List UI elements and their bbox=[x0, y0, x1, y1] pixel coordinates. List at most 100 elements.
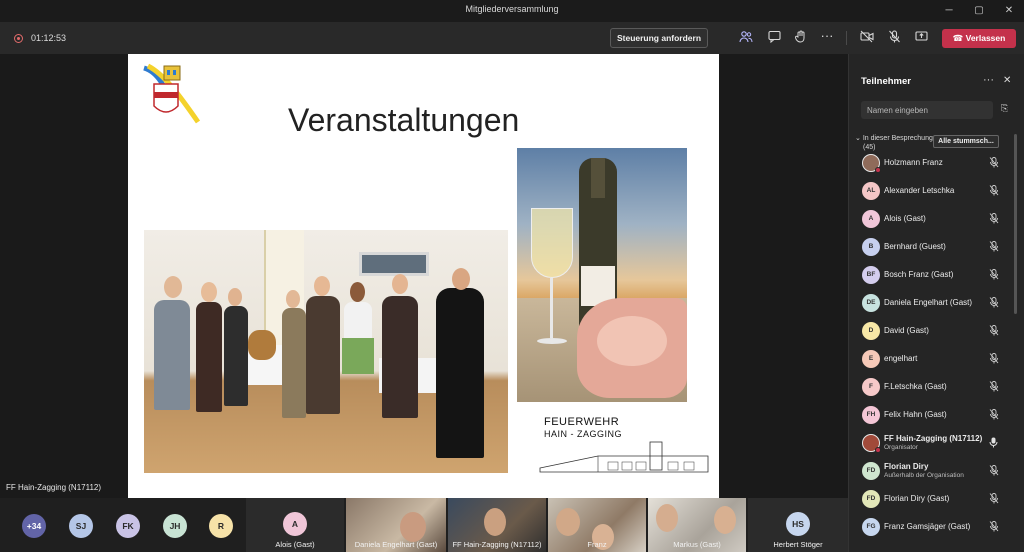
participant-avatar: HS bbox=[786, 512, 810, 536]
meeting-timer: 01:12:53 bbox=[31, 33, 67, 43]
mic-off-icon[interactable] bbox=[989, 241, 999, 254]
maximize-icon[interactable]: ▢ bbox=[964, 3, 994, 19]
close-window-icon[interactable]: ✕ bbox=[994, 3, 1024, 19]
video-tile-label: Herbert Stöger bbox=[773, 540, 823, 549]
participant-row[interactable]: DE Daniela Engelhart (Gast) bbox=[849, 290, 1024, 318]
participant-name: Florian Diry bbox=[884, 462, 929, 471]
panel-title: Teilnehmer bbox=[861, 76, 911, 87]
participant-row[interactable]: FD Florian Diry Außerhalb der Organisation bbox=[849, 458, 1024, 486]
wine-photo bbox=[517, 148, 687, 402]
participant-name: Bosch Franz (Gast) bbox=[884, 270, 954, 279]
participant-avatar: A bbox=[283, 512, 307, 536]
participant-row[interactable]: FF Hain-Zagging (N17112) Organisator bbox=[849, 430, 1024, 458]
video-tile-label: Daniela Engelhart (Gast) bbox=[354, 540, 438, 549]
mic-off-icon[interactable] bbox=[989, 185, 999, 198]
share-screen-icon[interactable] bbox=[913, 30, 929, 46]
mic-off-icon[interactable] bbox=[989, 325, 999, 338]
participant-avatar[interactable]: FK bbox=[116, 514, 140, 538]
mic-off-icon[interactable] bbox=[989, 409, 999, 422]
participant-strip: +34 SJ FK JH R A Alois (Gast) Daniela En… bbox=[0, 498, 848, 552]
participant-row[interactable]: BF Bosch Franz (Gast) bbox=[849, 262, 1024, 290]
shared-content-stage: Veranstaltungen FEUERWEHR HAIN - ZAGGING bbox=[0, 54, 848, 498]
video-tile[interactable]: HS Herbert Stöger bbox=[748, 498, 848, 552]
more-icon[interactable]: ··· bbox=[819, 29, 835, 46]
mic-off-icon[interactable] bbox=[989, 157, 999, 170]
video-tile[interactable]: Franz bbox=[548, 498, 646, 552]
presenter-name: FF Hain-Zagging (N17112) bbox=[6, 483, 102, 492]
participant-row[interactable]: B Bernhard (Guest) bbox=[849, 234, 1024, 262]
participant-name: Daniela Engelhart (Gast) bbox=[884, 298, 973, 307]
participant-avatar: F bbox=[862, 378, 880, 396]
more-participants-avatar[interactable]: +34 bbox=[22, 514, 46, 538]
participant-avatar: BF bbox=[862, 266, 880, 284]
participant-name: Florian Diry (Gast) bbox=[884, 494, 950, 503]
request-control-button[interactable]: Steuerung anfordern bbox=[610, 28, 708, 48]
participant-name: Holzmann Franz bbox=[884, 158, 943, 167]
camera-off-icon[interactable] bbox=[859, 30, 875, 46]
participant-row[interactable]: FG Franz Gamsjäger (Gast) bbox=[849, 514, 1024, 542]
participant-name: David (Gast) bbox=[884, 326, 929, 335]
title-bar: Mitgliederversammlung ─ ▢ ✕ bbox=[0, 0, 1024, 22]
participant-row[interactable]: Eengelhart bbox=[849, 346, 1024, 374]
mic-off-icon[interactable] bbox=[989, 493, 999, 506]
mic-icon[interactable] bbox=[989, 437, 998, 450]
participant-role: Organisator bbox=[884, 444, 918, 451]
participant-avatar: AL bbox=[862, 182, 880, 200]
mute-all-button[interactable]: Alle stummsch... bbox=[933, 135, 999, 148]
mic-off-icon[interactable] bbox=[989, 521, 999, 534]
section-title: In dieser Besprechung bbox=[862, 135, 933, 142]
participant-avatar: B bbox=[862, 238, 880, 256]
video-tile[interactable]: Daniela Engelhart (Gast) bbox=[346, 498, 446, 552]
participant-avatar: FD bbox=[862, 490, 880, 508]
participant-avatar[interactable]: SJ bbox=[69, 514, 93, 538]
participant-name: engelhart bbox=[884, 354, 918, 363]
participant-name: Felix Hahn (Gast) bbox=[884, 410, 947, 419]
participant-row[interactable]: F F.Letschka (Gast) bbox=[849, 374, 1024, 402]
people-icon[interactable] bbox=[738, 30, 754, 46]
video-tile[interactable]: A Alois (Gast) bbox=[246, 498, 344, 552]
chat-icon[interactable] bbox=[766, 30, 782, 46]
participant-avatar: A bbox=[862, 210, 880, 228]
mic-off-icon[interactable] bbox=[989, 297, 999, 310]
mic-off-icon[interactable] bbox=[989, 269, 999, 282]
participant-name: Franz Gamsjäger (Gast) bbox=[884, 522, 971, 531]
participant-row[interactable]: Holzmann Franz bbox=[849, 150, 1024, 178]
mic-off-icon[interactable] bbox=[989, 465, 999, 478]
participant-avatar: FG bbox=[862, 518, 880, 536]
participant-row[interactable]: FD Florian Diry (Gast) bbox=[849, 486, 1024, 514]
mic-off-icon[interactable] bbox=[886, 30, 902, 46]
participant-row[interactable]: A Alois (Gast) bbox=[849, 206, 1024, 234]
participant-name: Alexander Letschka bbox=[884, 186, 955, 195]
more-icon[interactable]: ··· bbox=[983, 74, 994, 86]
search-input[interactable] bbox=[861, 101, 993, 119]
chevron-down-icon: ⌄ bbox=[855, 135, 863, 142]
participant-avatar: D bbox=[862, 322, 880, 340]
mic-off-icon[interactable] bbox=[989, 353, 999, 366]
group-photo bbox=[144, 230, 508, 473]
leave-button[interactable]: ☎ Verlassen bbox=[942, 29, 1016, 48]
video-tile[interactable]: Markus (Gast) bbox=[648, 498, 746, 552]
participant-avatar[interactable]: R bbox=[209, 514, 233, 538]
participant-avatar: FH bbox=[862, 406, 880, 424]
video-tile[interactable]: FF Hain-Zagging (N17112) bbox=[448, 498, 546, 552]
participant-list: Holzmann Franz AL Alexander Letschka A Alois… bbox=[849, 150, 1024, 542]
participant-role: Außerhalb der Organisation bbox=[884, 472, 964, 479]
participant-row[interactable]: FH Felix Hahn (Gast) bbox=[849, 402, 1024, 430]
minimize-icon[interactable]: ─ bbox=[934, 3, 964, 19]
participant-avatar[interactable]: JH bbox=[163, 514, 187, 538]
share-invite-icon[interactable]: ⎘ bbox=[1001, 103, 1008, 114]
participant-row[interactable]: D David (Gast) bbox=[849, 318, 1024, 346]
raise-hand-icon[interactable] bbox=[792, 30, 808, 46]
mic-off-icon[interactable] bbox=[989, 381, 999, 394]
participant-name: Alois (Gast) bbox=[884, 214, 926, 223]
window-title: Mitgliederversammlung bbox=[465, 4, 559, 14]
status-badge bbox=[875, 167, 881, 173]
video-tile-label: Markus (Gast) bbox=[673, 540, 721, 549]
video-tile-label: Alois (Gast) bbox=[275, 540, 315, 549]
mic-off-icon[interactable] bbox=[989, 213, 999, 226]
close-icon[interactable]: ✕ bbox=[1003, 75, 1011, 86]
toolbar-divider bbox=[846, 31, 847, 45]
phone-icon: ☎ bbox=[952, 33, 966, 43]
recording-icon bbox=[14, 34, 23, 43]
participant-row[interactable]: AL Alexander Letschka bbox=[849, 178, 1024, 206]
